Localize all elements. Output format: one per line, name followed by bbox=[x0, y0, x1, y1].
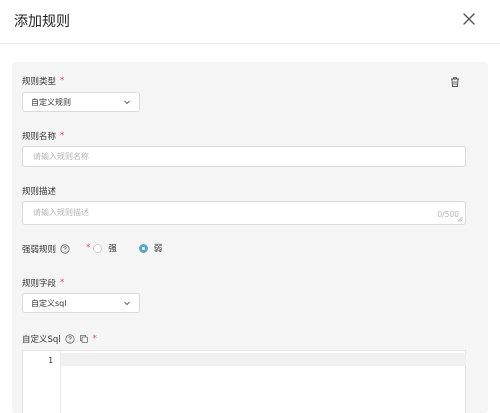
rule-name-input[interactable]: 请输入规则名称 bbox=[22, 146, 466, 167]
rule-field-label: 规则字段 * bbox=[22, 278, 65, 289]
required-mark: * bbox=[60, 278, 65, 288]
close-icon[interactable] bbox=[460, 10, 478, 28]
rule-field-select[interactable]: 自定义sql bbox=[22, 293, 140, 313]
rule-type-label: 规则类型 * bbox=[22, 76, 65, 87]
trash-icon[interactable] bbox=[449, 76, 461, 88]
char-counter: 0/500 bbox=[437, 210, 459, 219]
question-circle-icon[interactable] bbox=[60, 244, 70, 254]
dialog-header: 添加规则 bbox=[0, 0, 500, 44]
question-circle-icon[interactable] bbox=[65, 334, 75, 344]
radio-circle-selected[interactable] bbox=[138, 243, 148, 253]
dialog-title: 添加规则 bbox=[14, 14, 70, 30]
add-rule-dialog: 添加规则 规则类型 * 自定义规则 规则名称 * 请输入规则名称 规则描述 请输… bbox=[0, 0, 500, 413]
strength-radio-group: * 强 弱 bbox=[86, 242, 184, 254]
required-mark: * bbox=[86, 243, 91, 253]
required-mark: * bbox=[60, 76, 65, 86]
rule-desc-placeholder: 请输入规则描述 bbox=[33, 208, 89, 217]
radio-circle[interactable] bbox=[93, 243, 103, 253]
required-mark: * bbox=[60, 131, 65, 141]
rule-name-placeholder: 请输入规则名称 bbox=[33, 152, 89, 161]
custom-sql-label: 自定义Sql * bbox=[22, 334, 97, 345]
rule-desc-textarea[interactable]: 请输入规则描述 0/500 bbox=[22, 201, 466, 225]
radio-weak[interactable]: 弱 bbox=[138, 242, 162, 254]
rule-form-panel: 规则类型 * 自定义规则 规则名称 * 请输入规则名称 规则描述 请输入规则描述… bbox=[12, 62, 488, 413]
copy-icon[interactable] bbox=[79, 334, 89, 344]
required-mark: * bbox=[92, 334, 97, 344]
line-number: 1 bbox=[48, 356, 53, 365]
strength-label: 强弱规则 bbox=[22, 243, 70, 255]
rule-name-label: 规则名称 * bbox=[22, 131, 65, 142]
active-line-highlight bbox=[61, 353, 466, 366]
sql-code-editor[interactable]: 1 bbox=[22, 350, 466, 413]
radio-strong[interactable]: 强 bbox=[93, 242, 117, 254]
rule-type-select[interactable]: 自定义规则 bbox=[22, 92, 140, 112]
rule-desc-label: 规则描述 bbox=[22, 187, 57, 197]
chevron-down-icon bbox=[124, 100, 130, 105]
chevron-down-icon bbox=[124, 301, 130, 306]
resize-handle-icon[interactable] bbox=[457, 216, 463, 222]
editor-gutter: 1 bbox=[23, 351, 61, 413]
